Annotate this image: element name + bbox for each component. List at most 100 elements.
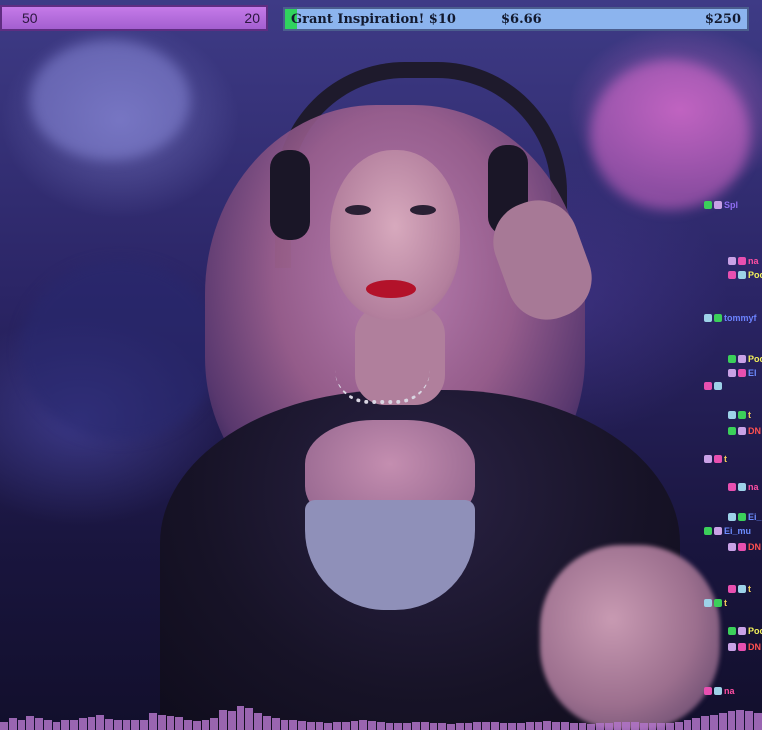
- visualizer-bar: [35, 718, 43, 730]
- visualizer-bar: [122, 719, 131, 730]
- counter-left-value: 50: [22, 10, 38, 26]
- chat-message: Ei_mu: [704, 526, 751, 536]
- visualizer-bar: [447, 723, 455, 730]
- counter-bar: 50 20: [0, 5, 268, 31]
- goal-target-amount: $250: [704, 12, 741, 27]
- chat-badge-icon: [738, 513, 746, 521]
- chat-badge-icon: [728, 427, 736, 435]
- visualizer-bar: [210, 718, 219, 730]
- visualizer-bar: [692, 718, 701, 730]
- chat-message: na: [728, 482, 759, 492]
- chat-badge-icon: [704, 314, 712, 322]
- visualizer-bar: [306, 721, 315, 730]
- visualizer-bar: [674, 721, 683, 730]
- visualizer-bar: [17, 719, 26, 730]
- visualizer-bar: [596, 723, 604, 730]
- visualizer-bar: [569, 722, 578, 730]
- visualizer-bar: [701, 716, 710, 730]
- chat-message: Poof: [728, 354, 762, 364]
- chat-badge-icon: [728, 513, 736, 521]
- headphone-cup: [270, 150, 310, 240]
- background-blob: [20, 260, 220, 440]
- chat-username: DN: [748, 642, 761, 652]
- visualizer-bar: [613, 721, 622, 730]
- visualizer-bar: [499, 722, 508, 730]
- visualizer-bar: [639, 722, 648, 730]
- visualizer-bar: [254, 713, 262, 730]
- chat-username: tommyf: [724, 313, 757, 323]
- visualizer-bar: [166, 716, 175, 730]
- chat-message: Poof: [728, 270, 762, 280]
- visualizer-bar: [517, 722, 525, 730]
- visualizer-bar: [745, 711, 753, 730]
- goal-current-amount: $6.66: [501, 12, 542, 27]
- visualizer-bar: [175, 717, 184, 730]
- chat-overlay: Spl na Poof tommyf Poof El t DN t na Ei_mu Ei_mu DN t…: [700, 180, 762, 700]
- chat-username: Poof: [748, 354, 762, 364]
- chat-username: El: [748, 368, 757, 378]
- visualizer-bar: [61, 719, 70, 730]
- visualizer-bar: [192, 720, 201, 730]
- background-blob: [30, 40, 190, 160]
- visualizer-bar: [666, 722, 674, 730]
- chat-badge-icon: [714, 599, 722, 607]
- chat-username: DN: [748, 426, 761, 436]
- visualizer-bar: [184, 719, 192, 730]
- chat-message: t: [728, 410, 751, 420]
- visualizer-bar: [262, 716, 271, 730]
- visualizer-bar: [631, 722, 639, 730]
- chat-badge-icon: [738, 271, 746, 279]
- chat-badge-icon: [738, 543, 746, 551]
- chat-message: DN: [728, 642, 761, 652]
- chat-username: DN: [748, 542, 761, 552]
- chat-message: DN: [728, 542, 761, 552]
- visualizer-bar: [201, 719, 210, 730]
- chat-badge-icon: [704, 527, 712, 535]
- visualizer-bar: [490, 722, 499, 730]
- chat-message: El: [728, 368, 757, 378]
- visualizer-bar: [648, 722, 657, 730]
- visualizer-bar: [403, 722, 411, 730]
- visualizer-bar: [227, 711, 236, 730]
- chat-badge-icon: [704, 455, 712, 463]
- visualizer-bar: [543, 721, 552, 730]
- chat-badge-icon: [714, 455, 722, 463]
- visualizer-bar: [280, 719, 289, 730]
- chat-badge-icon: [714, 382, 722, 390]
- chat-badge-icon: [704, 599, 712, 607]
- chat-username: Ei_mu: [748, 512, 762, 522]
- visualizer-bar: [438, 723, 447, 730]
- chat-username: t: [724, 454, 727, 464]
- chat-username: Spl: [724, 200, 739, 210]
- visualizer-bar: [140, 719, 149, 730]
- visualizer-bar: [753, 713, 762, 730]
- visualizer-bar: [43, 719, 52, 730]
- visualizer-bar: [657, 723, 666, 730]
- chat-badge-icon: [738, 643, 746, 651]
- visualizer-bar: [324, 722, 333, 730]
- visualizer-bar: [368, 721, 376, 730]
- chat-username: t: [724, 598, 727, 608]
- chat-badge-icon: [728, 627, 736, 635]
- visualizer-bar: [298, 721, 306, 730]
- chat-message: t: [704, 454, 727, 464]
- chat-badge-icon: [704, 201, 712, 209]
- visualizer-bar: [78, 718, 87, 730]
- chat-message: [704, 382, 724, 390]
- visualizer-bar: [683, 719, 692, 730]
- chat-badge-icon: [738, 257, 746, 265]
- chat-message: Spl: [704, 200, 738, 210]
- visualizer-bar: [341, 721, 350, 730]
- chat-badge-icon: [704, 687, 712, 695]
- chat-badge-icon: [714, 527, 722, 535]
- chat-badge-icon: [738, 427, 746, 435]
- chat-badge-icon: [728, 643, 736, 651]
- visualizer-bar: [96, 714, 105, 730]
- chat-badge-icon: [738, 355, 746, 363]
- chat-badge-icon: [728, 355, 736, 363]
- visualizer-bar: [429, 722, 438, 730]
- visualizer-bar: [105, 718, 113, 730]
- visualizer-bar: [604, 722, 613, 730]
- chat-badge-icon: [714, 314, 722, 322]
- visualizer-bar: [236, 706, 245, 730]
